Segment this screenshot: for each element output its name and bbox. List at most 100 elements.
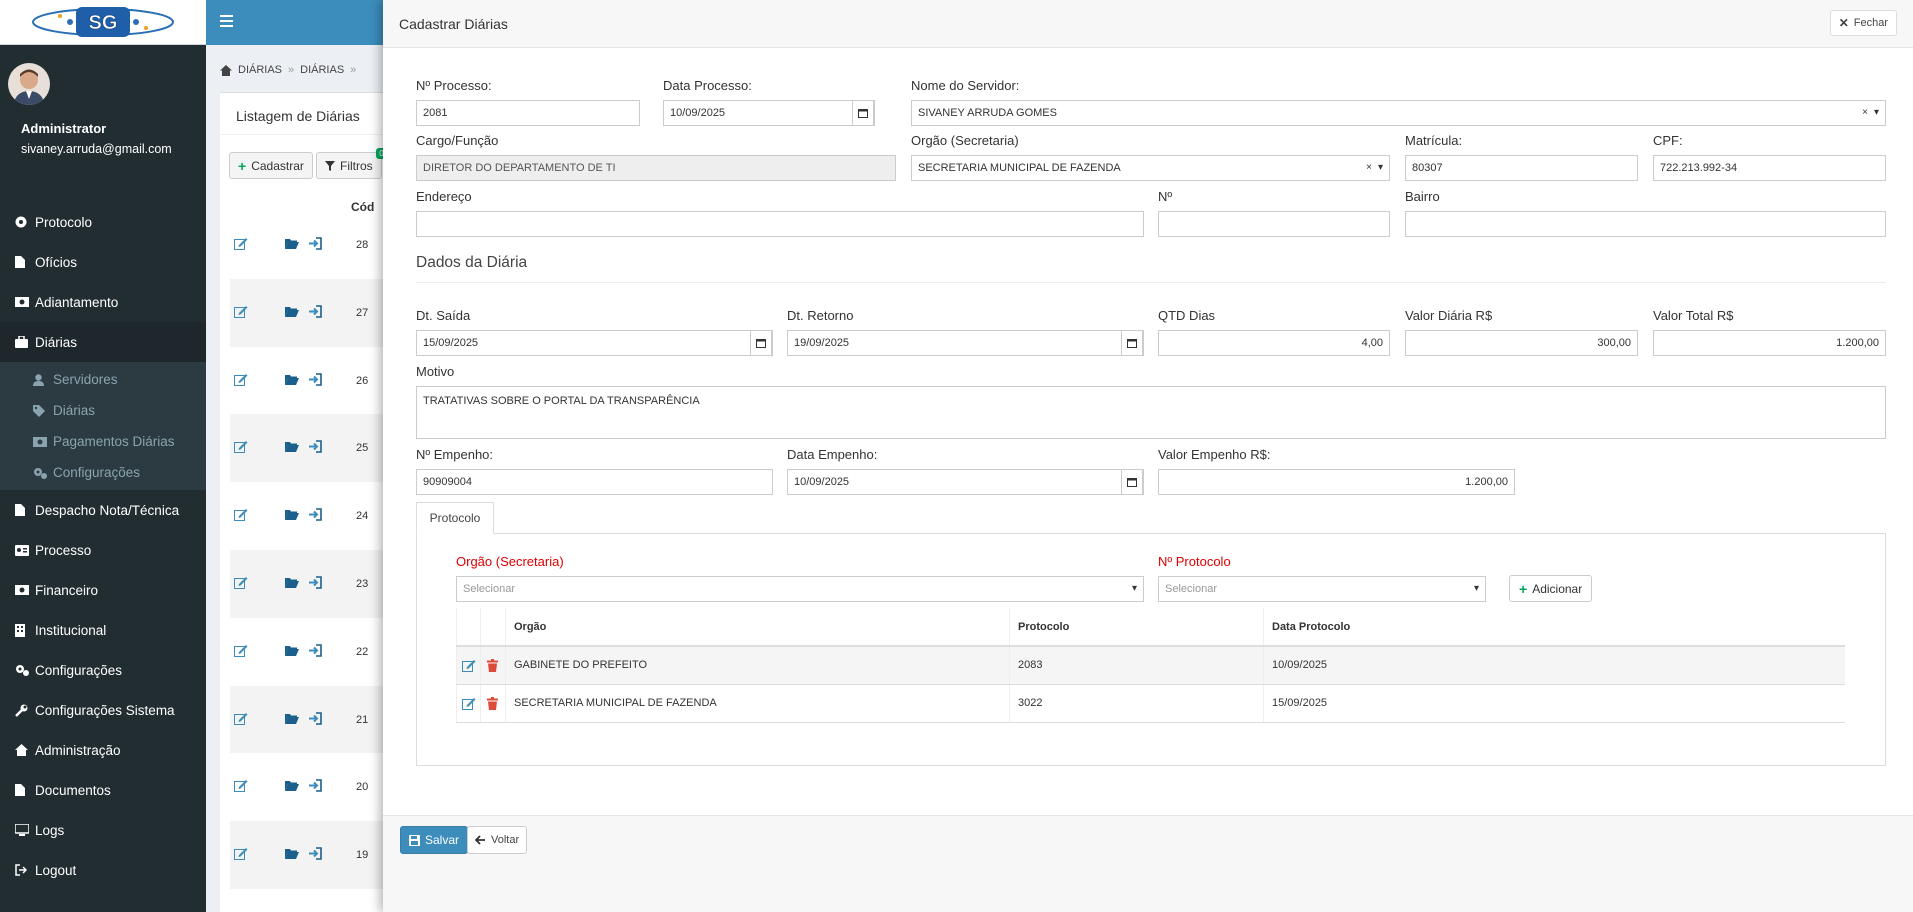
sign-in-icon[interactable] [309,576,322,589]
sign-in-icon[interactable] [309,237,322,250]
folder-open-icon[interactable] [285,441,299,453]
sidebar-item-financeiro[interactable]: Financeiro [0,570,206,610]
folder-open-icon[interactable] [285,509,299,521]
nprocesso-input[interactable]: 2081 [416,100,640,126]
sidebar-item-label: Adiantamento [35,294,119,310]
dt-retorno-input[interactable]: 19/09/2025 [787,330,1144,356]
sidebar-item-configuracoes-sistema[interactable]: Configurações Sistema [0,690,206,730]
sidebar-item-processo[interactable]: Processo [0,530,206,570]
sidebar-item-label: Logout [35,862,77,878]
orgao-select[interactable]: SECRETARIA MUNICIPAL DE FAZENDA × ▾ [911,155,1390,181]
gears-icon [33,467,49,479]
edit-icon[interactable] [234,779,248,793]
valor-diaria-input[interactable]: 300,00 [1405,330,1638,356]
edit-icon[interactable] [234,440,248,454]
sign-in-icon[interactable] [309,779,322,793]
sidebar-subitem-servidores[interactable]: Servidores [0,364,206,395]
home-icon[interactable] [220,64,232,76]
folder-open-icon[interactable] [285,577,299,588]
edit-icon[interactable] [234,712,248,725]
qtd-dias-input[interactable]: 4,00 [1158,330,1390,356]
endereco-input[interactable] [416,211,1144,237]
folder-open-icon[interactable] [285,306,299,317]
sidebar-item-institucional[interactable]: Institucional [0,610,206,650]
sidebar-item-administracao[interactable]: Administração [0,730,206,770]
orgao-value: SECRETARIA MUNICIPAL DE FAZENDA [918,162,1121,174]
matricula-input[interactable]: 80307 [1405,155,1638,181]
edit-icon[interactable] [234,373,248,386]
sidebar-item-logs[interactable]: Logs [0,810,206,850]
sign-in-icon[interactable] [309,711,322,725]
list-item-code: 22 [356,645,369,658]
orgao-label: Orgão (Secretaria) [911,133,1019,148]
bairro-input[interactable] [1405,211,1886,237]
sign-in-icon[interactable] [309,304,322,318]
folder-open-icon[interactable] [285,238,299,249]
sign-in-icon[interactable] [309,372,322,386]
calendar-icon[interactable] [1121,469,1143,495]
app-logo[interactable]: SG [0,0,206,45]
sidebar-item-diarias[interactable]: Diárias [0,322,206,362]
back-button[interactable]: Voltar [467,826,528,854]
edit-icon[interactable] [462,659,480,672]
sidebar-item-logout[interactable]: Logout [0,850,206,890]
cadastrar-button[interactable]: + Cadastrar [229,152,313,179]
edit-icon[interactable] [234,508,248,522]
calendar-icon[interactable] [852,100,874,126]
save-icon [409,834,420,846]
edit-icon[interactable] [234,644,248,657]
folder-open-icon[interactable] [285,374,299,385]
sidebar-item-adiantamento[interactable]: Adiantamento [0,282,206,322]
data-empenho-input[interactable]: 10/09/2025 [787,469,1144,495]
tab-protocolo[interactable]: Protocolo [416,502,494,534]
motivo-textarea[interactable]: TRATATIVAS SOBRE O PORTAL DA TRANSPARÊNC… [416,386,1886,439]
close-button[interactable]: ✕ Fechar [1829,10,1897,36]
sidebar-item-protocolo[interactable]: Protocolo [0,202,206,242]
sign-in-icon[interactable] [309,643,322,657]
valor-total-input[interactable]: 1.200,00 [1653,330,1886,356]
clear-icon[interactable]: × [1862,107,1868,118]
edit-icon[interactable] [234,237,248,250]
cadastrar-diarias-modal: Cadastrar Diárias ✕ Fechar [383,0,1913,912]
data-processo-input[interactable]: 10/09/2025 [663,100,875,126]
trash-icon[interactable] [487,696,505,710]
sign-in-icon[interactable] [309,440,322,454]
sidebar-item-despacho[interactable]: Despacho Nota/Técnica [0,490,206,530]
adicionar-button[interactable]: + Adicionar [1509,575,1593,602]
clear-icon[interactable]: × [1366,162,1372,173]
sidebar-item-documentos[interactable]: Documentos [0,770,206,810]
folder-open-icon[interactable] [285,780,299,792]
data-protocolo-cell: 10/09/2025 [1263,646,1845,685]
dt-saida-input[interactable]: 15/09/2025 [416,330,773,356]
numero-input[interactable] [1158,211,1390,237]
trash-icon[interactable] [487,658,505,672]
sidebar-subitem-pagamentos[interactable]: Pagamentos Diárias [0,426,206,457]
cpf-input[interactable]: 722.213.992-34 [1653,155,1886,181]
edit-icon[interactable] [234,305,248,318]
edit-icon[interactable] [234,847,248,861]
menu-toggle-icon[interactable] [220,15,233,27]
breadcrumb-item[interactable]: DIÁRIAS [300,64,344,76]
folder-open-icon[interactable] [285,645,299,656]
folder-open-icon[interactable] [285,713,299,724]
sign-in-icon[interactable] [309,508,322,521]
sidebar-item-configuracoes[interactable]: Configurações [0,650,206,690]
valor-empenho-input[interactable]: 1.200,00 [1158,469,1515,495]
nome-servidor-select[interactable]: SIVANEY ARRUDA GOMES × ▾ [911,100,1886,126]
folder-open-icon[interactable] [285,848,299,860]
sidebar-subitem-configuracoes[interactable]: Configurações [0,457,206,488]
calendar-icon[interactable] [750,330,772,356]
filtros-button[interactable]: Filtros 0 [316,148,387,179]
calendar-icon[interactable] [1121,330,1143,356]
sidebar-item-oficios[interactable]: Ofícios [0,242,206,282]
breadcrumb-item[interactable]: DIÁRIAS [238,64,282,76]
edit-icon[interactable] [234,576,248,589]
data-empenho-label: Data Empenho: [787,447,878,462]
save-button[interactable]: Salvar [400,826,469,854]
sidebar-subitem-diarias[interactable]: Diárias [0,395,206,426]
edit-icon[interactable] [462,697,480,710]
sign-in-icon[interactable] [309,847,322,860]
prot-orgao-select[interactable]: Selecionar ▾ [456,576,1144,602]
n-empenho-input[interactable]: 90909004 [416,469,773,495]
prot-nprot-select[interactable]: Selecionar ▾ [1158,576,1486,602]
